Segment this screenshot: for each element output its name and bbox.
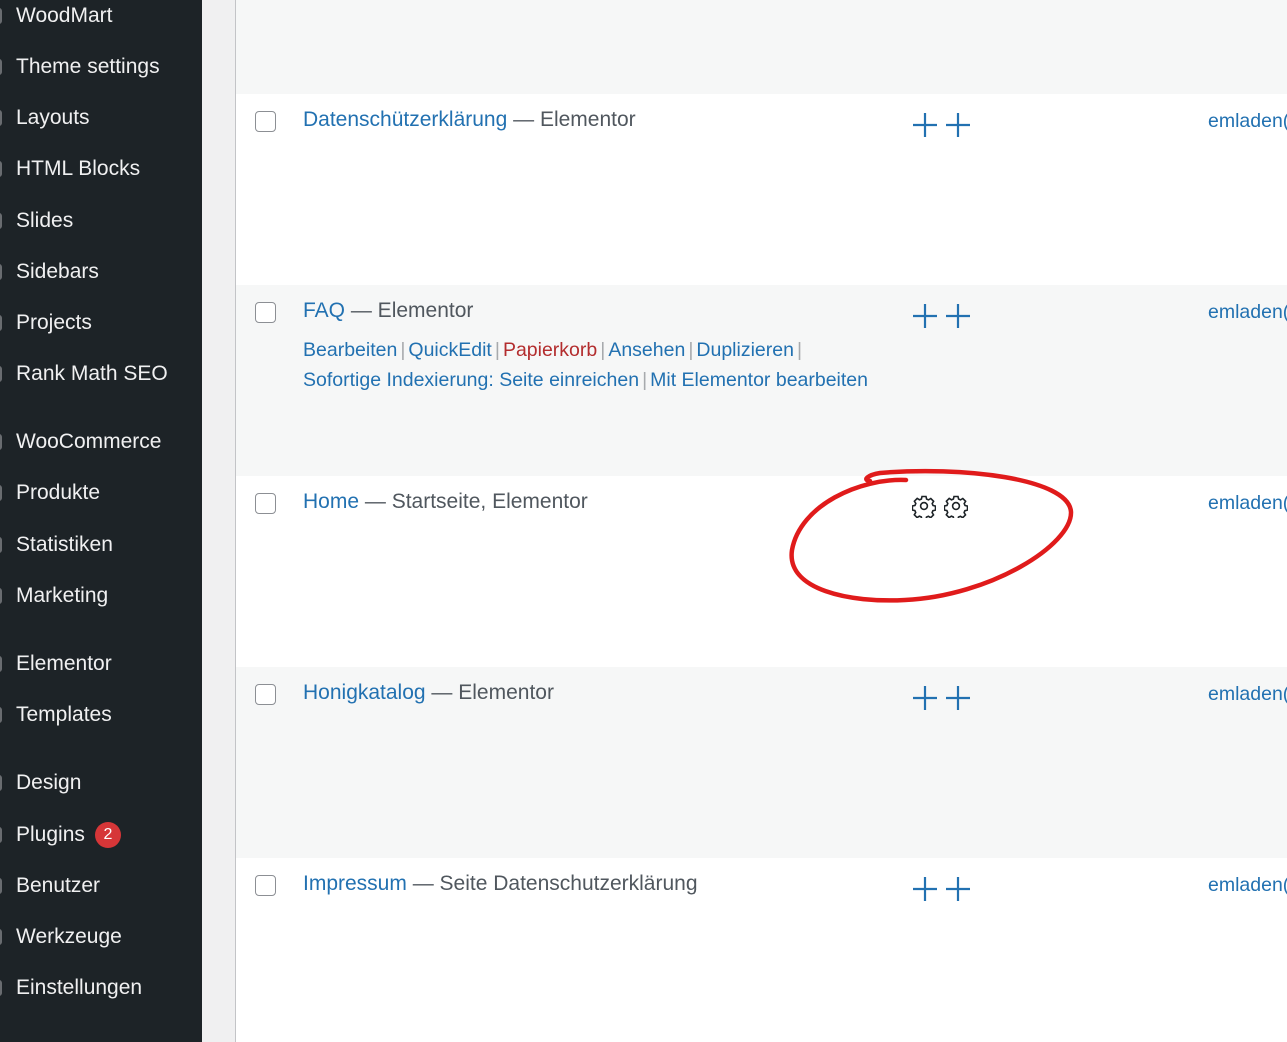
plus-icon[interactable] bbox=[912, 876, 938, 902]
menu-item-woodmart[interactable]: WoodMart bbox=[0, 0, 202, 36]
author-link[interactable]: emladen( bbox=[1208, 492, 1287, 515]
admin-sidebar: WoodMart Theme settings Layouts HTML Blo… bbox=[0, 0, 202, 1042]
main-content: Datenschützerklärung — Elementor emladen… bbox=[202, 0, 1287, 1042]
sidebars-icon bbox=[0, 264, 2, 280]
plugins-label: Plugins bbox=[16, 823, 85, 846]
plus-icon[interactable] bbox=[945, 876, 971, 902]
plus-icon[interactable] bbox=[912, 685, 938, 711]
edit-link[interactable]: Bearbeiten bbox=[303, 339, 397, 361]
instant-index-link[interactable]: Sofortige Indexierung: Seite einreichen bbox=[303, 369, 639, 391]
plus-icon[interactable] bbox=[912, 112, 938, 138]
trash-link[interactable]: Papierkorb bbox=[503, 339, 597, 361]
row-title: Home — Startseite, Elementor bbox=[303, 490, 588, 514]
row-title: FAQ — Elementor bbox=[303, 299, 473, 323]
update-count-badge: 2 bbox=[94, 822, 121, 848]
rank-math-icon bbox=[0, 366, 2, 382]
plus-icons bbox=[912, 876, 978, 907]
menu-item-templates[interactable]: Templates bbox=[0, 695, 202, 735]
table-row: Datenschützerklärung — Elementor emladen… bbox=[236, 94, 1287, 285]
table-row: Honigkatalog — Elementor emladen( bbox=[236, 667, 1287, 858]
row-title: Honigkatalog — Elementor bbox=[303, 681, 554, 705]
menu-item-produkte[interactable]: Produkte bbox=[0, 473, 202, 513]
menu-item-slides[interactable]: Slides bbox=[0, 201, 202, 241]
menu-item-rank-math-seo[interactable]: Rank Math SEO bbox=[0, 354, 202, 394]
row-title: Impressum — Seite Datenschutzerklärung bbox=[303, 872, 698, 896]
page-title-link[interactable]: FAQ bbox=[303, 299, 345, 322]
post-state: — Startseite, Elementor bbox=[359, 490, 588, 513]
post-state: — Elementor bbox=[425, 681, 554, 704]
theme-settings-icon bbox=[0, 59, 2, 75]
woocommerce-icon bbox=[0, 434, 2, 450]
author-link[interactable]: emladen( bbox=[1208, 874, 1287, 897]
row-checkbox[interactable] bbox=[255, 875, 276, 896]
table-row: FAQ — Elementor Bearbeiten | QuickEdit | Pap… bbox=[236, 285, 1287, 476]
menu-item-theme-settings[interactable]: Theme settings bbox=[0, 47, 202, 87]
menu-item-benutzer[interactable]: Benutzer bbox=[0, 866, 202, 906]
author-link[interactable]: emladen( bbox=[1208, 301, 1287, 324]
marketing-icon bbox=[0, 588, 2, 604]
menu-item-woocommerce[interactable]: WooCommerce bbox=[0, 422, 202, 462]
plus-icons bbox=[912, 303, 978, 334]
row-checkbox[interactable] bbox=[255, 684, 276, 705]
menu-item-marketing[interactable]: Marketing bbox=[0, 576, 202, 616]
view-link[interactable]: Ansehen bbox=[608, 339, 685, 361]
row-checkbox[interactable] bbox=[255, 302, 276, 323]
plus-icon[interactable] bbox=[945, 303, 971, 329]
users-icon bbox=[0, 878, 2, 894]
menu-item-html-blocks[interactable]: HTML Blocks bbox=[0, 149, 202, 189]
page-title-link[interactable]: Home bbox=[303, 490, 359, 513]
author-link[interactable]: emladen( bbox=[1208, 110, 1287, 133]
quickedit-link[interactable]: QuickEdit bbox=[408, 339, 491, 361]
row-title: Datenschützerklärung — Elementor bbox=[303, 108, 636, 132]
plus-icon[interactable] bbox=[945, 685, 971, 711]
layouts-icon bbox=[0, 110, 2, 126]
menu-item-layouts[interactable]: Layouts bbox=[0, 98, 202, 138]
statistics-icon bbox=[0, 537, 2, 553]
pages-table: Datenschützerklärung — Elementor emladen… bbox=[235, 0, 1287, 1042]
gear-icons bbox=[912, 494, 976, 523]
products-icon bbox=[0, 485, 2, 501]
menu-item-design[interactable]: Design bbox=[0, 763, 202, 803]
menu-item-elementor[interactable]: Elementor bbox=[0, 644, 202, 684]
plus-icons bbox=[912, 112, 978, 143]
table-row: Home — Startseite, Elementor emladen( bbox=[236, 476, 1287, 667]
post-state: — Elementor bbox=[345, 299, 474, 322]
menu-item-statistiken[interactable]: Statistiken bbox=[0, 525, 202, 565]
plus-icon[interactable] bbox=[912, 303, 938, 329]
woodmart-icon bbox=[0, 8, 2, 24]
menu-item-plugins[interactable]: Plugins 2 bbox=[0, 815, 202, 855]
gear-icon[interactable] bbox=[944, 494, 968, 518]
templates-icon bbox=[0, 707, 2, 723]
menu-item-werkzeuge[interactable]: Werkzeuge bbox=[0, 917, 202, 957]
row-checkbox[interactable] bbox=[255, 111, 276, 132]
page-title-link[interactable]: Impressum bbox=[303, 872, 407, 895]
projects-icon bbox=[0, 315, 2, 331]
settings-icon bbox=[0, 980, 2, 996]
menu-item-sidebars[interactable]: Sidebars bbox=[0, 252, 202, 292]
author-link[interactable]: emladen( bbox=[1208, 683, 1287, 706]
design-icon bbox=[0, 775, 2, 791]
slides-icon bbox=[0, 213, 2, 229]
post-state: — Seite Datenschutzerklärung bbox=[406, 872, 698, 895]
menu-item-einstellungen[interactable]: Einstellungen bbox=[0, 968, 202, 1008]
elementor-icon bbox=[0, 656, 2, 672]
table-row: Impressum — Seite Datenschutzerklärung e… bbox=[236, 858, 1287, 1042]
plus-icon[interactable] bbox=[945, 112, 971, 138]
tools-icon bbox=[0, 929, 2, 945]
gear-icon[interactable] bbox=[912, 494, 936, 518]
row-checkbox[interactable] bbox=[255, 493, 276, 514]
edit-with-elementor-link[interactable]: Mit Elementor bearbeiten bbox=[650, 369, 868, 391]
html-blocks-icon bbox=[0, 161, 2, 177]
menu-item-projects[interactable]: Projects bbox=[0, 303, 202, 343]
plugins-icon bbox=[0, 827, 2, 843]
post-state: — Elementor bbox=[507, 108, 636, 131]
page-title-link[interactable]: Honigkatalog bbox=[303, 681, 426, 704]
duplicate-link[interactable]: Duplizieren bbox=[696, 339, 794, 361]
plus-icons bbox=[912, 685, 978, 716]
page-title-link[interactable]: Datenschützerklärung bbox=[303, 108, 507, 131]
row-actions: Bearbeiten | QuickEdit | Papierkorb | Ansehen |… bbox=[303, 339, 869, 391]
